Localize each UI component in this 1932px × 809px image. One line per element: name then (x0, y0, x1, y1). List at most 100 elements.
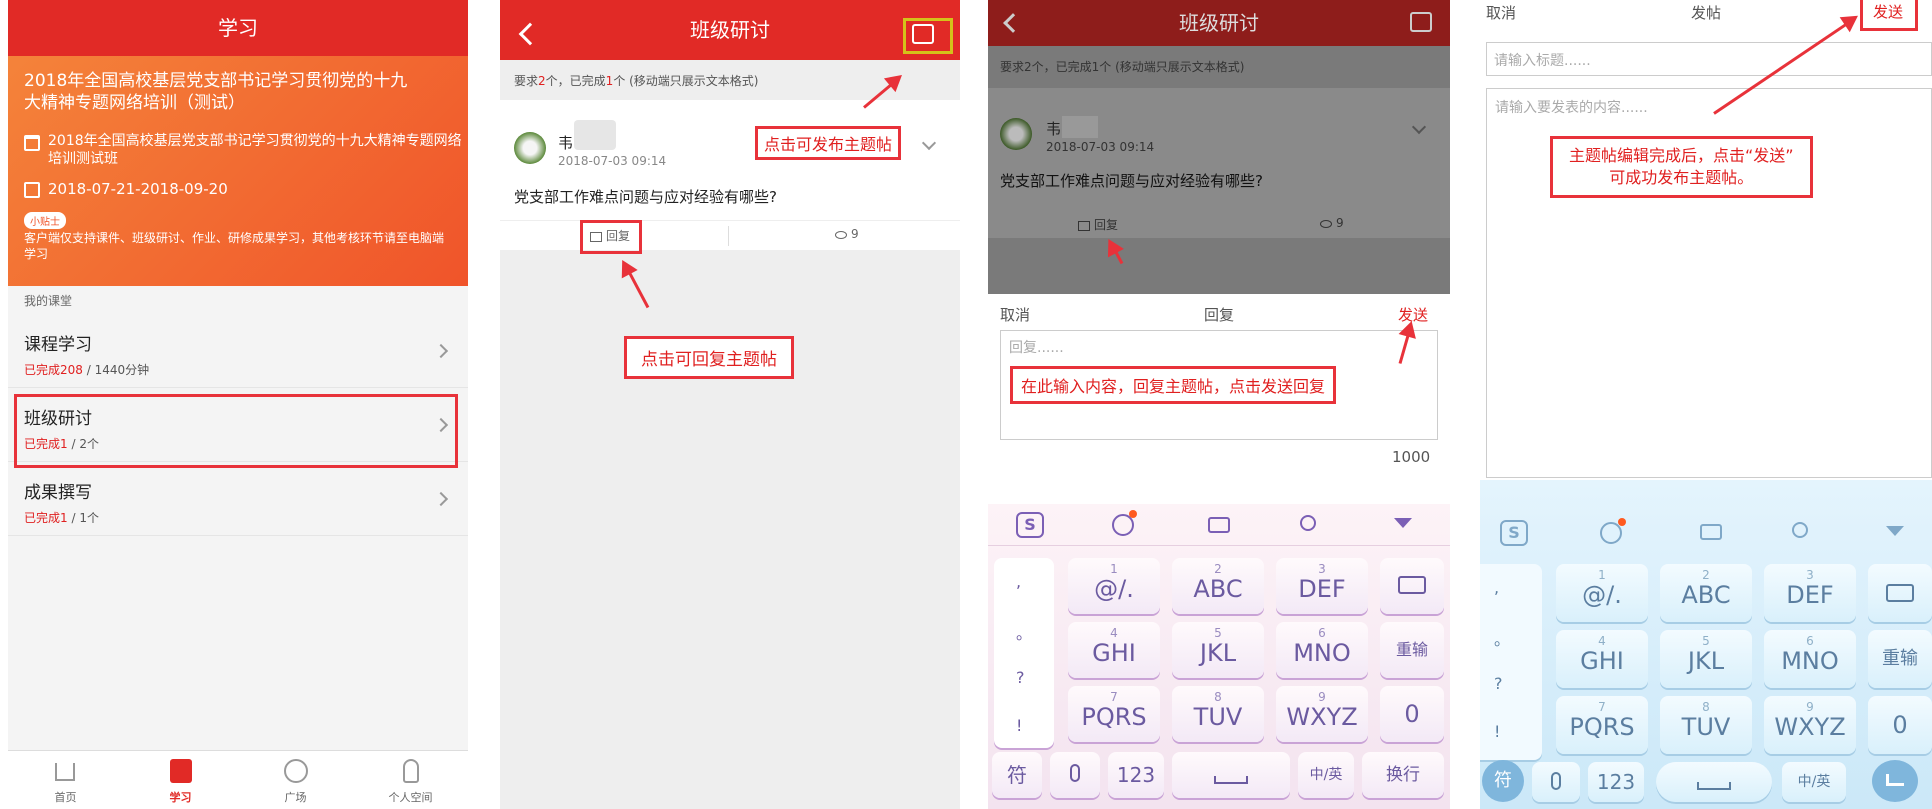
note-publish-complete: 主题帖编辑完成后，点击“发送” 可成功发布主题帖。 (1550, 136, 1813, 198)
key-6[interactable]: 6 MNO (1764, 630, 1856, 688)
number-key[interactable]: 123 (1108, 752, 1164, 798)
view-count: 9 (835, 227, 859, 241)
collapse-icon[interactable] (1886, 526, 1904, 536)
item-progress: 已完成208 / 1440分钟 (24, 361, 149, 378)
keyboard-toolbar: S (1480, 480, 1932, 546)
edit-icon[interactable] (1410, 12, 1432, 32)
req-text: 个 (移动端只展示文本格式) (613, 74, 759, 88)
punct-key[interactable]: ? (1016, 668, 1025, 687)
topic-card[interactable]: 韦 2018-07-03 09:14 党支部工作难点问题与应对经验有哪些? 回复… (500, 100, 960, 250)
avatar (514, 132, 546, 164)
language-key[interactable]: 中/英 (1298, 752, 1354, 798)
date-range: 2018-07-21-2018-09-20 (48, 180, 228, 198)
key-3[interactable]: 3 DEF (1276, 558, 1368, 614)
note-line: 主题帖编辑完成后，点击“发送” (1569, 146, 1794, 165)
reinput-key[interactable]: 重输 (1868, 630, 1932, 688)
collapse-icon[interactable] (1394, 518, 1412, 528)
keyboard-toolbar: S (988, 504, 1450, 546)
post-time: 2018-07-03 09:14 (558, 154, 667, 168)
language-key[interactable]: 中/英 (1782, 762, 1846, 802)
key-2[interactable]: 2 ABC (1172, 558, 1264, 614)
key-5[interactable]: 5 JKL (1172, 622, 1264, 678)
keyboard: S , 。 ? ! 1 @/. 2 ABC 3 DEF 4 GHI 5 JKL 6 MNO … (1480, 480, 1932, 809)
key-number: 7 (1110, 690, 1118, 704)
key-4[interactable]: 4 GHI (1068, 622, 1160, 678)
key-letters: DEF (1786, 581, 1834, 609)
reinput-key[interactable]: 重输 (1380, 622, 1444, 678)
punct-key[interactable]: ! (1016, 716, 1022, 735)
backspace-icon (1886, 584, 1914, 602)
punct-column[interactable]: , 。 ? ! (1480, 564, 1542, 760)
symbol-key[interactable]: 符 (992, 752, 1042, 798)
voice-key[interactable] (1532, 762, 1580, 802)
voice-key[interactable] (1050, 752, 1100, 798)
key-8[interactable]: 8 TUV (1172, 686, 1264, 742)
space-key[interactable] (1656, 762, 1772, 802)
progress-done: 已完成1 (24, 511, 68, 525)
key-0[interactable]: 0 (1868, 696, 1932, 754)
search-icon[interactable] (1300, 515, 1316, 531)
key-4[interactable]: 4 GHI (1556, 630, 1648, 688)
key-2[interactable]: 2 ABC (1660, 564, 1752, 622)
list-item-outcome-writing[interactable]: 成果撰写 已完成1 / 1个 (8, 462, 468, 536)
key-5[interactable]: 5 JKL (1660, 630, 1752, 688)
author-name: 韦 (558, 134, 574, 152)
progress-total: / 1个 (67, 511, 99, 525)
punct-key[interactable]: , (1016, 572, 1021, 591)
emoji-icon[interactable] (1600, 522, 1622, 544)
keyboard-icon[interactable] (1208, 517, 1230, 533)
punct-column[interactable]: , 。 ? ! (994, 558, 1054, 748)
punct-key[interactable]: 。 (1016, 620, 1032, 644)
punct-key[interactable]: 。 (1494, 626, 1510, 650)
content-placeholder: 请输入要发表的内容...... (1495, 100, 1648, 116)
key-1[interactable]: 1 @/. (1556, 564, 1648, 622)
key-6[interactable]: 6 MNO (1276, 622, 1368, 678)
key-1[interactable]: 1 @/. (1068, 558, 1160, 614)
key-3[interactable]: 3 DEF (1764, 564, 1856, 622)
key-7[interactable]: 7 PQRS (1556, 696, 1648, 754)
key-letters: WXYZ (1774, 713, 1846, 741)
tab-square[interactable]: 广场 (238, 751, 353, 809)
discussion-screen: 班级研讨 要求2个，已完成1个 (移动端只展示文本格式) 韦 2018-07-0… (500, 0, 960, 809)
title-input[interactable]: 请输入标题...... (1486, 42, 1932, 76)
sogou-logo-icon[interactable]: S (1500, 520, 1528, 546)
space-key[interactable] (1172, 752, 1290, 798)
backspace-key[interactable] (1380, 558, 1444, 614)
key-letters: TUV (1193, 703, 1243, 731)
backspace-key[interactable] (1868, 564, 1932, 622)
punct-key[interactable]: ! (1494, 722, 1500, 741)
discussion-header: 班级研讨 (500, 0, 960, 60)
key-0[interactable]: 0 (1380, 686, 1444, 742)
key-number: 7 (1598, 700, 1606, 714)
punct-key[interactable]: ? (1494, 674, 1503, 693)
emoji-badge (1129, 510, 1137, 518)
keyboard-icon[interactable] (1700, 524, 1722, 540)
course-banner[interactable]: 2018年全国高校基层党支部书记学习贯彻党的十九大精神专题网络培训（测试） 20… (8, 56, 468, 286)
enter-key[interactable] (1872, 760, 1918, 802)
sogou-logo-icon[interactable]: S (1016, 512, 1044, 538)
tab-study[interactable]: 学习 (123, 751, 238, 809)
newline-key[interactable]: 换行 (1362, 752, 1444, 798)
tab-home[interactable]: 首页 (8, 751, 123, 809)
key-9[interactable]: 9 WXYZ (1764, 696, 1856, 754)
search-icon[interactable] (1792, 522, 1808, 538)
reply-placeholder: 回复...... (1009, 340, 1064, 356)
key-8[interactable]: 8 TUV (1660, 696, 1752, 754)
person-icon (403, 759, 419, 783)
key-number: 3 (1318, 562, 1326, 576)
symbol-key[interactable]: 符 (1482, 760, 1524, 802)
list-item-course-study[interactable]: 课程学习 已完成208 / 1440分钟 (8, 314, 468, 388)
key-number: 3 (1806, 568, 1814, 582)
key-7[interactable]: 7 PQRS (1068, 686, 1160, 742)
key-9[interactable]: 9 WXYZ (1276, 686, 1368, 742)
key-number: 2 (1214, 562, 1222, 576)
eye-icon (1320, 219, 1332, 228)
reply-button: 回复 (1078, 216, 1118, 233)
tab-personal[interactable]: 个人空间 (353, 751, 468, 809)
microphone-icon (1551, 772, 1561, 790)
number-key[interactable]: 123 (1588, 762, 1644, 802)
chevron-down-icon[interactable] (921, 135, 937, 151)
tip-badge: 小贴士 (24, 212, 66, 229)
punct-key[interactable]: , (1494, 578, 1499, 597)
send-button[interactable]: 发送 (1860, 0, 1919, 31)
